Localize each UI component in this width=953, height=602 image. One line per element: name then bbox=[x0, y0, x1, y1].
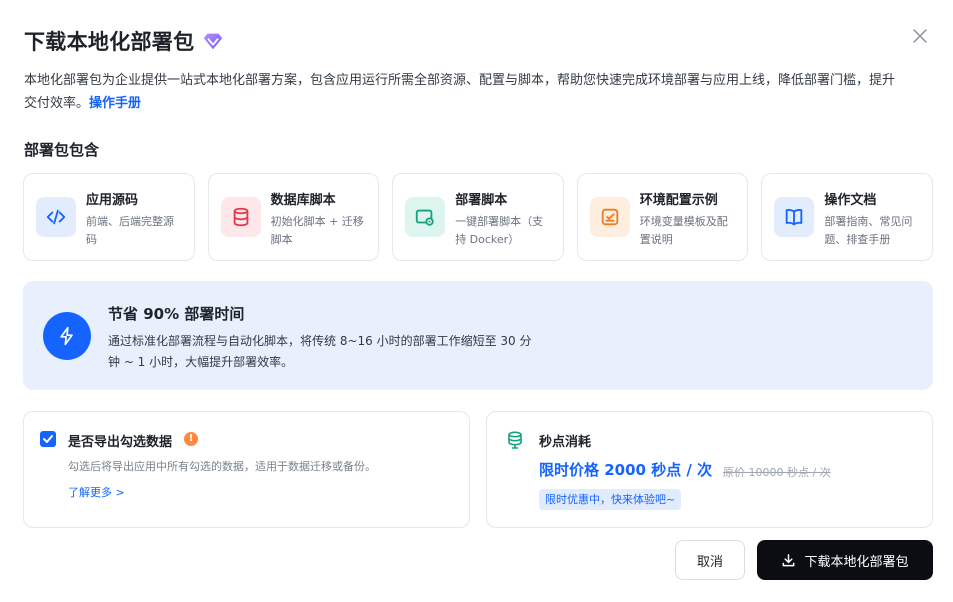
cost-title: 秒点消耗 bbox=[539, 435, 592, 450]
download-icon bbox=[783, 553, 795, 566]
learn-more-link[interactable]: 了解更多 > bbox=[68, 484, 125, 500]
manual-link[interactable]: 操作手册 bbox=[89, 96, 141, 111]
card-desc: 前端、后端完整源码 bbox=[86, 215, 174, 246]
card-title: 环境配置示例 bbox=[639, 193, 718, 208]
card-title: 应用源码 bbox=[86, 193, 139, 208]
banner-title: 节省 90% 部署时间 bbox=[108, 305, 245, 323]
warning-icon: ! bbox=[184, 432, 198, 446]
dialog-title: 下载本地化部署包 bbox=[24, 30, 195, 54]
coins-stack-icon bbox=[508, 431, 522, 449]
card-desc: 初始化脚本 + 迁移脚本 bbox=[270, 215, 364, 246]
promo-price: 限时价格 2000 秒点 / 次 bbox=[539, 461, 713, 479]
export-title: 是否导出勾选数据 bbox=[68, 435, 173, 450]
export-data-checkbox[interactable] bbox=[40, 431, 56, 447]
card-title: 部署脚本 bbox=[455, 193, 508, 208]
database-icon bbox=[220, 197, 261, 237]
card-database: 数据库脚本 初始化脚本 + 迁移脚本 bbox=[207, 173, 380, 261]
close-icon[interactable] bbox=[911, 27, 929, 45]
dialog-description: 本地化部署包为企业提供一站式本地化部署方案，包含应用运行所需全部资源、配置与脚本… bbox=[24, 69, 904, 115]
package-contents: 应用源码 前端、后端完整源码 数据库脚本 初始化脚本 + 迁移脚本 部署脚本 一… bbox=[23, 173, 933, 261]
cost-panel: 秒点消耗 限时价格 2000 秒点 / 次 原价 10000 秒点 / 次 限时… bbox=[486, 411, 933, 528]
card-deploy-script: 部署脚本 一键部署脚本（支持 Docker） bbox=[392, 173, 564, 261]
card-desc: 环境变量模板及配置说明 bbox=[639, 215, 728, 246]
export-desc: 勾选后将导出应用中所有勾选的数据，适用于数据迁移或备份。 bbox=[68, 460, 376, 473]
promo-badge: 限时优惠中，快来体验吧~ bbox=[539, 489, 682, 510]
card-desc: 部署指南、常见问题、排查手册 bbox=[824, 215, 913, 246]
time-saving-banner: 节省 90% 部署时间 通过标准化部署流程与自动化脚本，将传统 8~16 小时的… bbox=[23, 281, 933, 390]
card-title: 数据库脚本 bbox=[270, 193, 336, 208]
dialog-header: 下载本地化部署包 bbox=[24, 26, 224, 56]
lightning-icon bbox=[43, 312, 91, 360]
code-icon bbox=[36, 197, 76, 237]
book-icon bbox=[774, 197, 815, 237]
export-data-panel: 是否导出勾选数据 ! 勾选后将导出应用中所有勾选的数据，适用于数据迁移或备份。 … bbox=[23, 411, 470, 528]
download-button[interactable]: 下载本地化部署包 bbox=[757, 540, 933, 580]
config-icon bbox=[589, 197, 630, 237]
check-icon bbox=[43, 435, 53, 443]
download-label: 下载本地化部署包 bbox=[804, 554, 909, 570]
card-docs: 操作文档 部署指南、常见问题、排查手册 bbox=[761, 173, 933, 261]
card-title: 操作文档 bbox=[824, 193, 877, 208]
card-desc: 一键部署脚本（支持 Docker） bbox=[455, 215, 544, 246]
section-title: 部署包包含 bbox=[24, 141, 100, 159]
description-text: 本地化部署包为企业提供一站式本地化部署方案，包含应用运行所需全部资源、配置与脚本… bbox=[24, 73, 896, 111]
deploy-icon bbox=[405, 197, 446, 237]
cancel-button[interactable]: 取消 bbox=[675, 540, 745, 580]
card-source-code: 应用源码 前端、后端完整源码 bbox=[23, 173, 195, 261]
card-env-config: 环境配置示例 环境变量模板及配置说明 bbox=[576, 173, 749, 261]
original-price: 原价 10000 秒点 / 次 bbox=[723, 466, 831, 479]
premium-gem-icon bbox=[204, 33, 223, 50]
deploy-package-dialog: 下载本地化部署包 本地化部署包为企业提供一站式本地化部署方案，包含应用运行所需全… bbox=[0, 0, 953, 602]
banner-desc: 通过标准化部署流程与自动化脚本，将传统 8~16 小时的部署工作缩短至 30 分… bbox=[108, 334, 532, 369]
